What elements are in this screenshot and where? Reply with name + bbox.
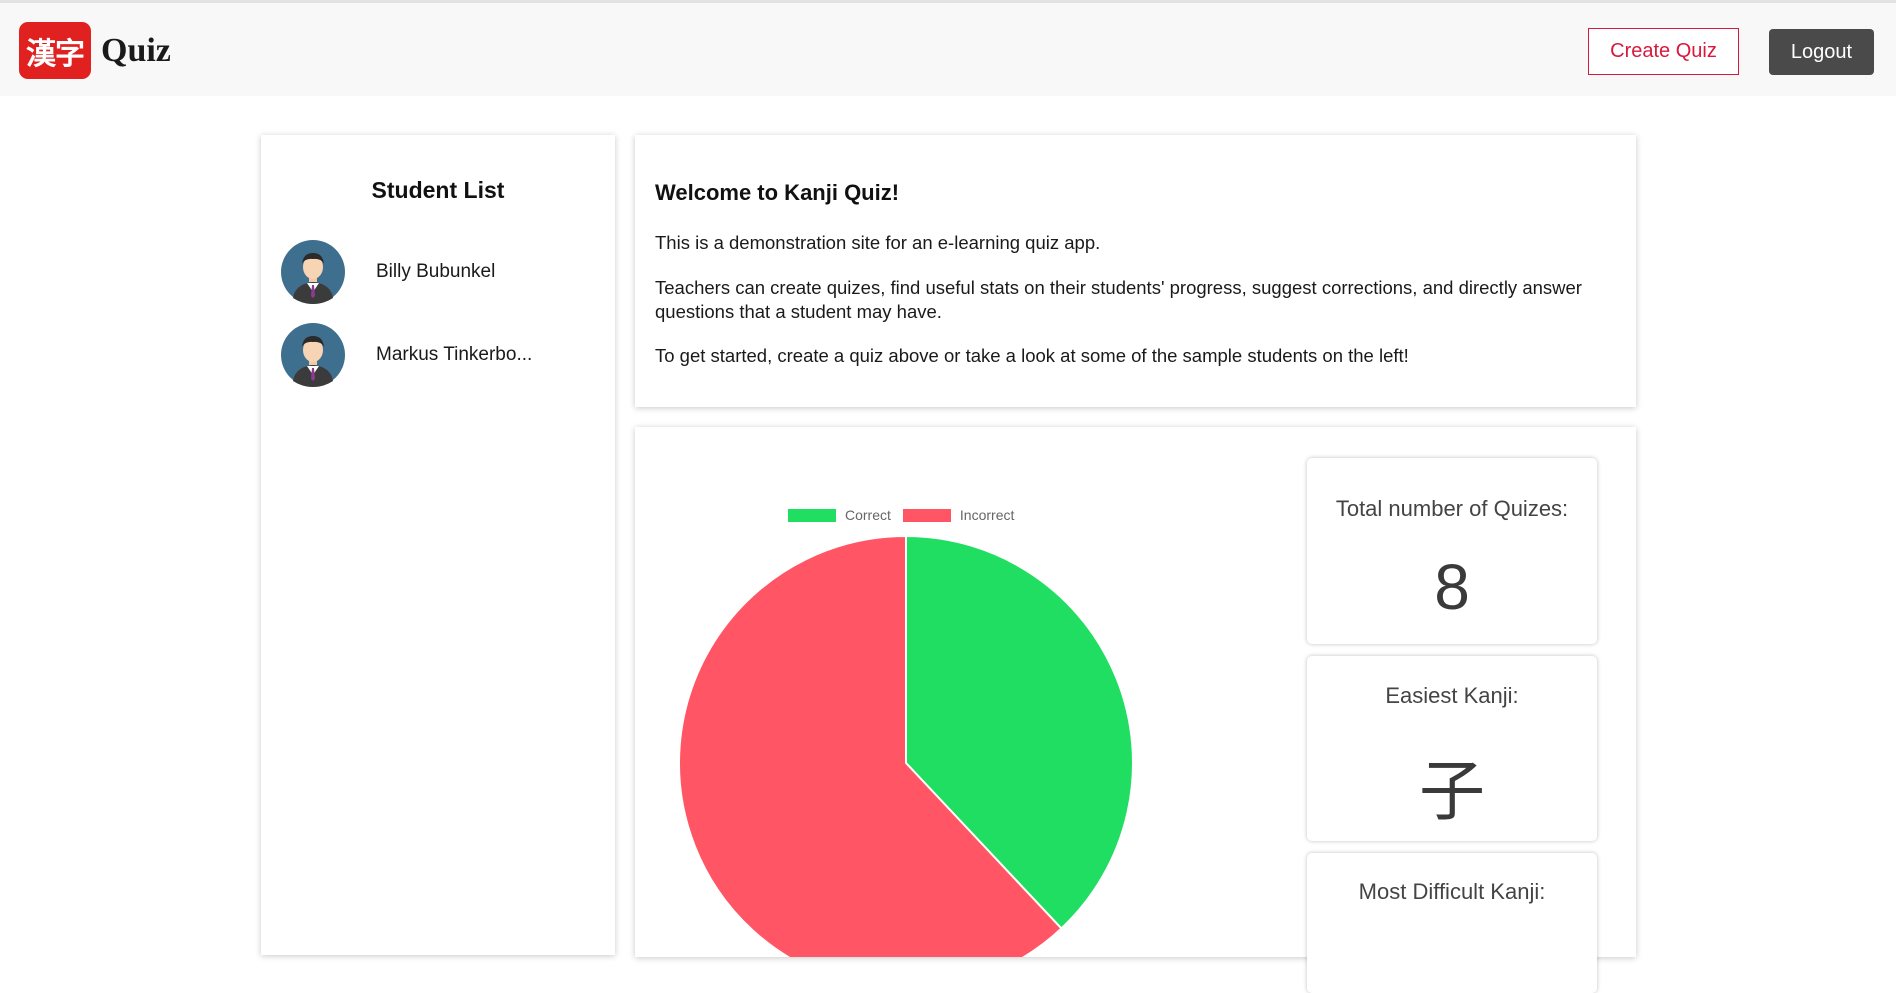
student-avatar-icon [281,323,345,387]
student-list-panel: Student List Billy Bubunkel Markus Tinke… [261,135,615,955]
total-quizzes-label: Total number of Quizes: [1335,496,1569,521]
top-navbar: 漢字 Quiz Create Quiz Logout [0,0,1896,96]
student-name: Billy Bubunkel [376,261,496,282]
easiest-kanji-label: Easiest Kanji: [1385,683,1519,708]
create-quiz-button[interactable]: Create Quiz [1588,28,1739,75]
student-item[interactable]: Markus Tinkerbo... [281,323,601,387]
easiest-kanji-box: Easiest Kanji: 子 [1307,656,1597,841]
logout-button[interactable]: Logout [1769,29,1874,75]
student-name: Markus Tinkerbo... [376,344,533,365]
easiest-kanji-value: 子 [1419,753,1485,830]
brand-link[interactable]: 漢字 Quiz [19,22,171,79]
correct-incorrect-pie-chart [678,534,1134,957]
welcome-paragraph: Teachers can create quizes, find useful … [655,277,1582,322]
welcome-paragraph: This is a demonstration site for an e-le… [655,232,1101,253]
student-list-title: Student List [371,177,505,203]
welcome-title: Welcome to Kanji Quiz! [655,180,900,205]
stats-card: Correct Incorrect Total number of Quizes… [635,427,1636,993]
student-item[interactable]: Billy Bubunkel [281,240,601,304]
most-difficult-kanji-box: Most Difficult Kanji: [1307,853,1597,993]
most-difficult-kanji-label: Most Difficult Kanji: [1358,879,1546,904]
welcome-card: Welcome to Kanji Quiz! This is a demonst… [635,135,1636,407]
welcome-paragraph: To get started, create a quiz above or t… [655,345,1409,366]
total-quizzes-value: 8 [1434,551,1470,623]
student-avatar-icon [281,240,345,304]
brand-title: Quiz [101,31,171,69]
kanji-logo: 漢字 [19,22,91,79]
total-quizzes-box: Total number of Quizes: 8 [1307,458,1597,644]
